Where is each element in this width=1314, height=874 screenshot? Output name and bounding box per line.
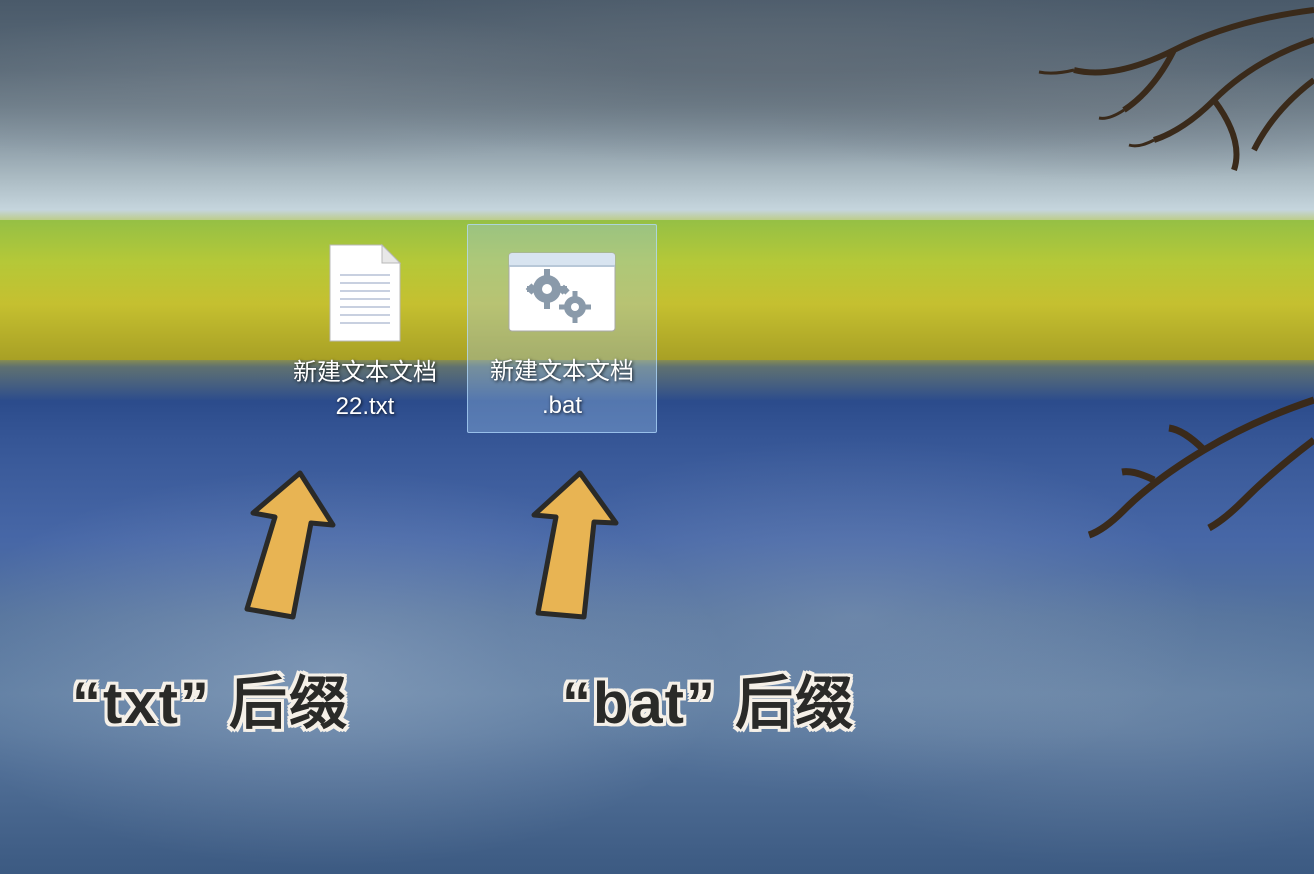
annotation-arrow-left [225,465,345,625]
desktop-icon-bat-file[interactable]: 新建文本文档 .bat [467,224,657,433]
txt-file-label: 新建文本文档 22.txt [293,356,437,423]
bat-file-label: 新建文本文档 .bat [490,355,634,422]
desktop-icon-txt-file[interactable]: 新建文本文档 22.txt [275,238,455,423]
bat-file-icon [502,237,622,347]
annotation-text-txt: “txt” 后缀 [72,656,349,740]
annotation-arrow-right [508,465,628,625]
txt-file-icon [320,238,410,348]
annotation-text-bat: “bat” 后缀 [562,656,855,740]
wallpaper-branch-right [1034,380,1314,580]
desktop-wallpaper [0,0,1314,874]
wallpaper-branch-top [814,0,1314,180]
wallpaper-hills [0,220,1314,360]
